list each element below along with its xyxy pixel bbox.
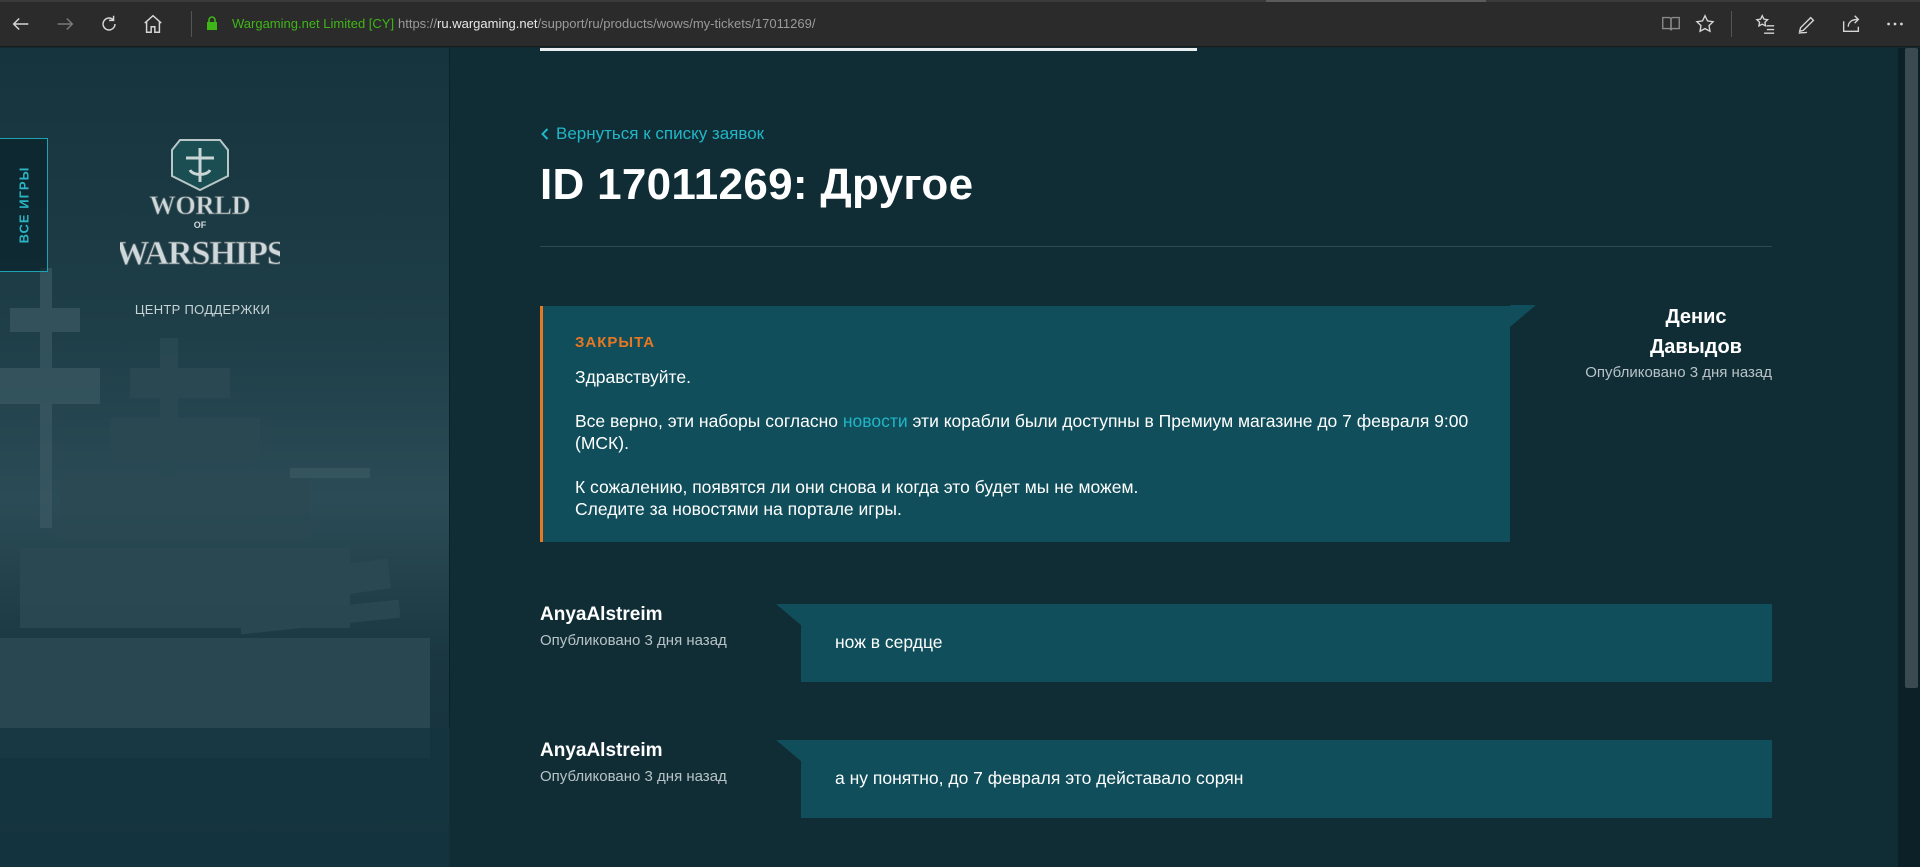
scrollbar-thumb[interactable] bbox=[1905, 48, 1918, 688]
reply-published-time: Опубликовано 3 дня назад bbox=[540, 632, 727, 649]
url-host: ru.wargaming.net bbox=[437, 16, 538, 31]
logo-text-of: OF bbox=[194, 220, 207, 230]
share-icon[interactable] bbox=[1836, 9, 1866, 39]
url-path: /support/ru/products/wows/my-tickets/170… bbox=[537, 16, 816, 31]
message-body: Здравствуйте. Все верно, эти наборы согл… bbox=[575, 366, 1475, 542]
back-link-label: Вернуться к списку заявок bbox=[556, 124, 765, 143]
message-greeting: Здравствуйте. bbox=[575, 367, 691, 387]
address-bar[interactable]: https://ru.wargaming.net/support/ru/prod… bbox=[398, 16, 815, 31]
message-line: Следите за новостями на портале игры. bbox=[575, 499, 902, 519]
logo-text-world: WORLD bbox=[149, 191, 250, 220]
reply-notch bbox=[776, 740, 802, 762]
header-underline bbox=[540, 48, 1197, 51]
reply-text: нож в сердце bbox=[835, 632, 943, 652]
favorites-list-icon[interactable] bbox=[1750, 9, 1780, 39]
user-reply: AnyaAlstreim Опубликовано 3 дня назад а … bbox=[540, 740, 1772, 818]
reply-author: AnyaAlstreim bbox=[540, 604, 663, 625]
logo-text-warships: WARSHIPS bbox=[120, 235, 280, 272]
home-icon[interactable] bbox=[138, 9, 168, 39]
author-first-name: Денис bbox=[1665, 306, 1727, 328]
browser-toolbar: Wargaming.net Limited [CY] https://ru.wa… bbox=[0, 0, 1920, 47]
sidebar: ВСЕ ИГРЫ WORLD OF WARSHIPS ЦЕНТР ПОДДЕРЖ… bbox=[0, 48, 450, 867]
more-icon[interactable] bbox=[1880, 9, 1910, 39]
user-reply: AnyaAlstreim Опубликовано 3 дня назад но… bbox=[540, 604, 1772, 682]
message-paragraph: Все верно, эти наборы согласно новости э… bbox=[575, 410, 1475, 454]
reply-notch bbox=[776, 604, 802, 626]
battleship-illustration bbox=[0, 268, 450, 867]
published-time: Опубликовано 3 дня назад bbox=[1585, 364, 1772, 381]
star-icon[interactable] bbox=[1690, 9, 1720, 39]
support-message: ЗАКРЫТА Здравствуйте. Все верно, эти наб… bbox=[540, 305, 1536, 542]
status-badge: ЗАКРЫТА bbox=[575, 334, 656, 351]
back-to-tickets-link[interactable]: Вернуться к списку заявок bbox=[541, 124, 764, 144]
separator bbox=[191, 11, 192, 37]
back-arrow-icon[interactable] bbox=[6, 9, 36, 39]
world-of-warships-logo[interactable]: WORLD OF WARSHIPS bbox=[120, 138, 280, 288]
message-notch bbox=[1510, 305, 1536, 327]
message-paragraph: К сожалению, появятся ли они снова и ког… bbox=[575, 476, 1475, 520]
support-center-label: ЦЕНТР ПОДДЕРЖКИ bbox=[134, 302, 271, 317]
active-tab-indicator bbox=[1266, 0, 1486, 2]
support-author: Денис Давыдов Опубликовано 3 дня назад bbox=[1560, 302, 1772, 381]
pen-icon[interactable] bbox=[1792, 9, 1822, 39]
tab-strip bbox=[0, 0, 1920, 2]
forward-arrow-icon[interactable] bbox=[50, 9, 80, 39]
author-name: Денис Давыдов bbox=[1560, 302, 1772, 362]
author-last-name: Давыдов bbox=[1650, 336, 1742, 358]
reply-author: AnyaAlstreim bbox=[540, 740, 663, 761]
reply-text: а ну понятно, до 7 февраля это дейставал… bbox=[835, 768, 1244, 788]
message-text-part: Все верно, эти наборы согласно bbox=[575, 411, 843, 431]
all-games-label: ВСЕ ИГРЫ bbox=[16, 166, 31, 244]
news-link[interactable]: новости bbox=[843, 411, 908, 431]
refresh-icon[interactable] bbox=[94, 9, 124, 39]
reply-published-time: Опубликовано 3 дня назад bbox=[540, 768, 727, 785]
url-prefix: https:// bbox=[398, 16, 438, 31]
chevron-left-icon bbox=[541, 128, 549, 140]
certificate-label[interactable]: Wargaming.net Limited [CY] bbox=[232, 16, 394, 31]
all-games-tab[interactable]: ВСЕ ИГРЫ bbox=[0, 138, 48, 272]
divider bbox=[540, 246, 1772, 247]
lock-icon bbox=[207, 16, 217, 30]
page-title: ID 17011269: Другое bbox=[540, 160, 974, 209]
reply-bubble: а ну понятно, до 7 февраля это дейставал… bbox=[801, 740, 1772, 818]
message-line: К сожалению, появятся ли они снова и ког… bbox=[575, 477, 1139, 497]
reply-bubble: нож в сердце bbox=[801, 604, 1772, 682]
reading-view-icon[interactable] bbox=[1656, 9, 1686, 39]
separator bbox=[1731, 11, 1732, 37]
page-content: ВСЕ ИГРЫ WORLD OF WARSHIPS ЦЕНТР ПОДДЕРЖ… bbox=[0, 48, 1920, 867]
